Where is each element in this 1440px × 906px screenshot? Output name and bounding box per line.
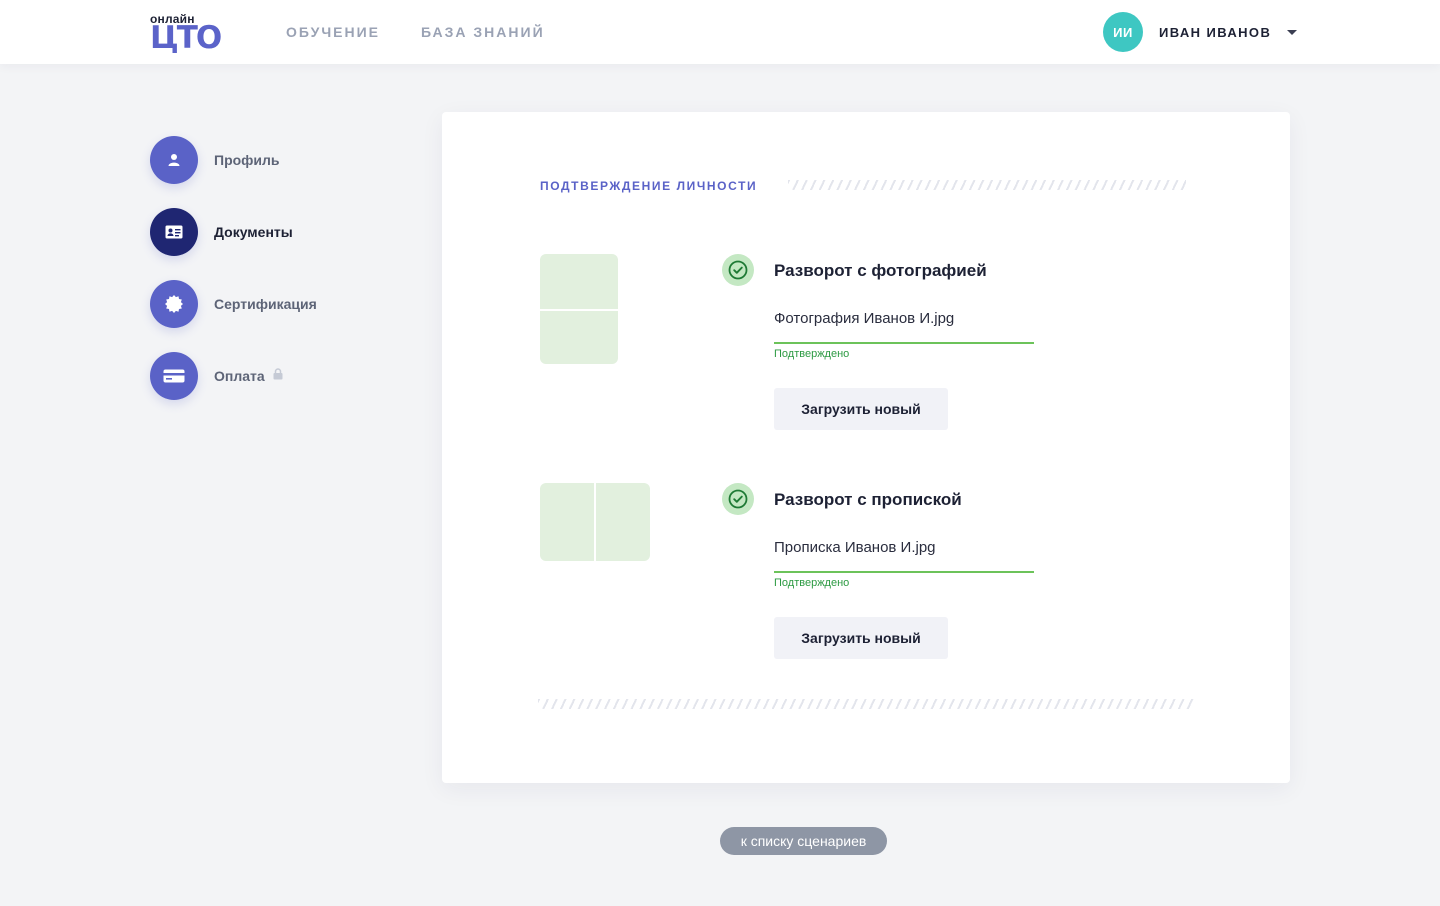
thumbnail-fold <box>540 309 618 311</box>
sidebar-item-label: Сертификация <box>214 296 317 312</box>
sidebar-item-label: Профиль <box>214 152 280 168</box>
caret-down-icon[interactable] <box>1287 29 1298 35</box>
sidebar-circle-payment <box>150 352 198 400</box>
document-photo-page: Разворот с фотографией Фотография Иванов… <box>442 252 1290 432</box>
divider-hatch <box>538 699 1194 709</box>
upload-new-button[interactable]: Загрузить новый <box>774 617 948 659</box>
sidebar-circle-profile <box>150 136 198 184</box>
nav-item-training[interactable]: ОБУЧЕНИЕ <box>286 24 380 40</box>
user-menu[interactable]: ИИ ИВАН ИВАНОВ <box>1103 12 1298 52</box>
identity-card: ПОДТВЕРЖДЕНИЕ ЛИЧНОСТИ Разворот с фотогр… <box>442 112 1290 783</box>
nav-item-knowledge-base[interactable]: БАЗА ЗНАНИЙ <box>421 24 545 40</box>
badge-icon <box>165 295 183 313</box>
check-circle-icon <box>722 254 754 286</box>
file-name-field[interactable]: Прописка Иванов И.jpg <box>774 537 1034 573</box>
sidebar: Профиль Документы Сертификация Оплата <box>150 136 317 424</box>
back-to-scenarios-button[interactable]: к списку сценариев <box>720 827 887 855</box>
sidebar-item-certification[interactable]: Сертификация <box>150 280 317 328</box>
sidebar-item-documents[interactable]: Документы <box>150 208 317 256</box>
credit-card-icon <box>163 369 185 383</box>
sidebar-item-label: Документы <box>214 224 293 240</box>
section-title: ПОДТВЕРЖДЕНИЕ ЛИЧНОСТИ <box>540 179 758 193</box>
status-label: Подтверждено <box>774 348 850 360</box>
document-title: Разворот с фотографией <box>774 261 987 280</box>
user-name[interactable]: ИВАН ИВАНОВ <box>1159 25 1271 40</box>
check-circle-icon <box>722 483 754 515</box>
document-thumbnail[interactable] <box>540 254 618 364</box>
document-registration-page: Разворот с пропиской Прописка Иванов И.j… <box>442 481 1290 661</box>
id-card-icon <box>165 225 183 239</box>
status-label: Подтверждено <box>774 577 850 589</box>
file-name-field[interactable]: Фотография Иванов И.jpg <box>774 308 1034 344</box>
sidebar-circle-certification <box>150 280 198 328</box>
avatar[interactable]: ИИ <box>1103 12 1143 52</box>
divider-hatch <box>788 180 1186 190</box>
sidebar-item-profile[interactable]: Профиль <box>150 136 317 184</box>
sidebar-circle-documents <box>150 208 198 256</box>
main-nav: ОБУЧЕНИЕ БАЗА ЗНАНИЙ <box>286 24 545 40</box>
top-header: онлайн ЦТО ОБУЧЕНИЕ БАЗА ЗНАНИЙ ИИ ИВАН … <box>0 0 1440 64</box>
sidebar-item-label: Оплата <box>214 368 265 384</box>
upload-new-button[interactable]: Загрузить новый <box>774 388 948 430</box>
document-thumbnail[interactable] <box>540 483 650 561</box>
thumbnail-fold <box>594 483 596 561</box>
lock-icon <box>273 367 283 385</box>
logo[interactable]: онлайн ЦТО <box>150 12 230 54</box>
user-icon <box>168 154 180 166</box>
document-title: Разворот с пропиской <box>774 490 962 509</box>
sidebar-item-payment[interactable]: Оплата <box>150 352 317 400</box>
logo-main-text: ЦТО <box>150 20 222 56</box>
